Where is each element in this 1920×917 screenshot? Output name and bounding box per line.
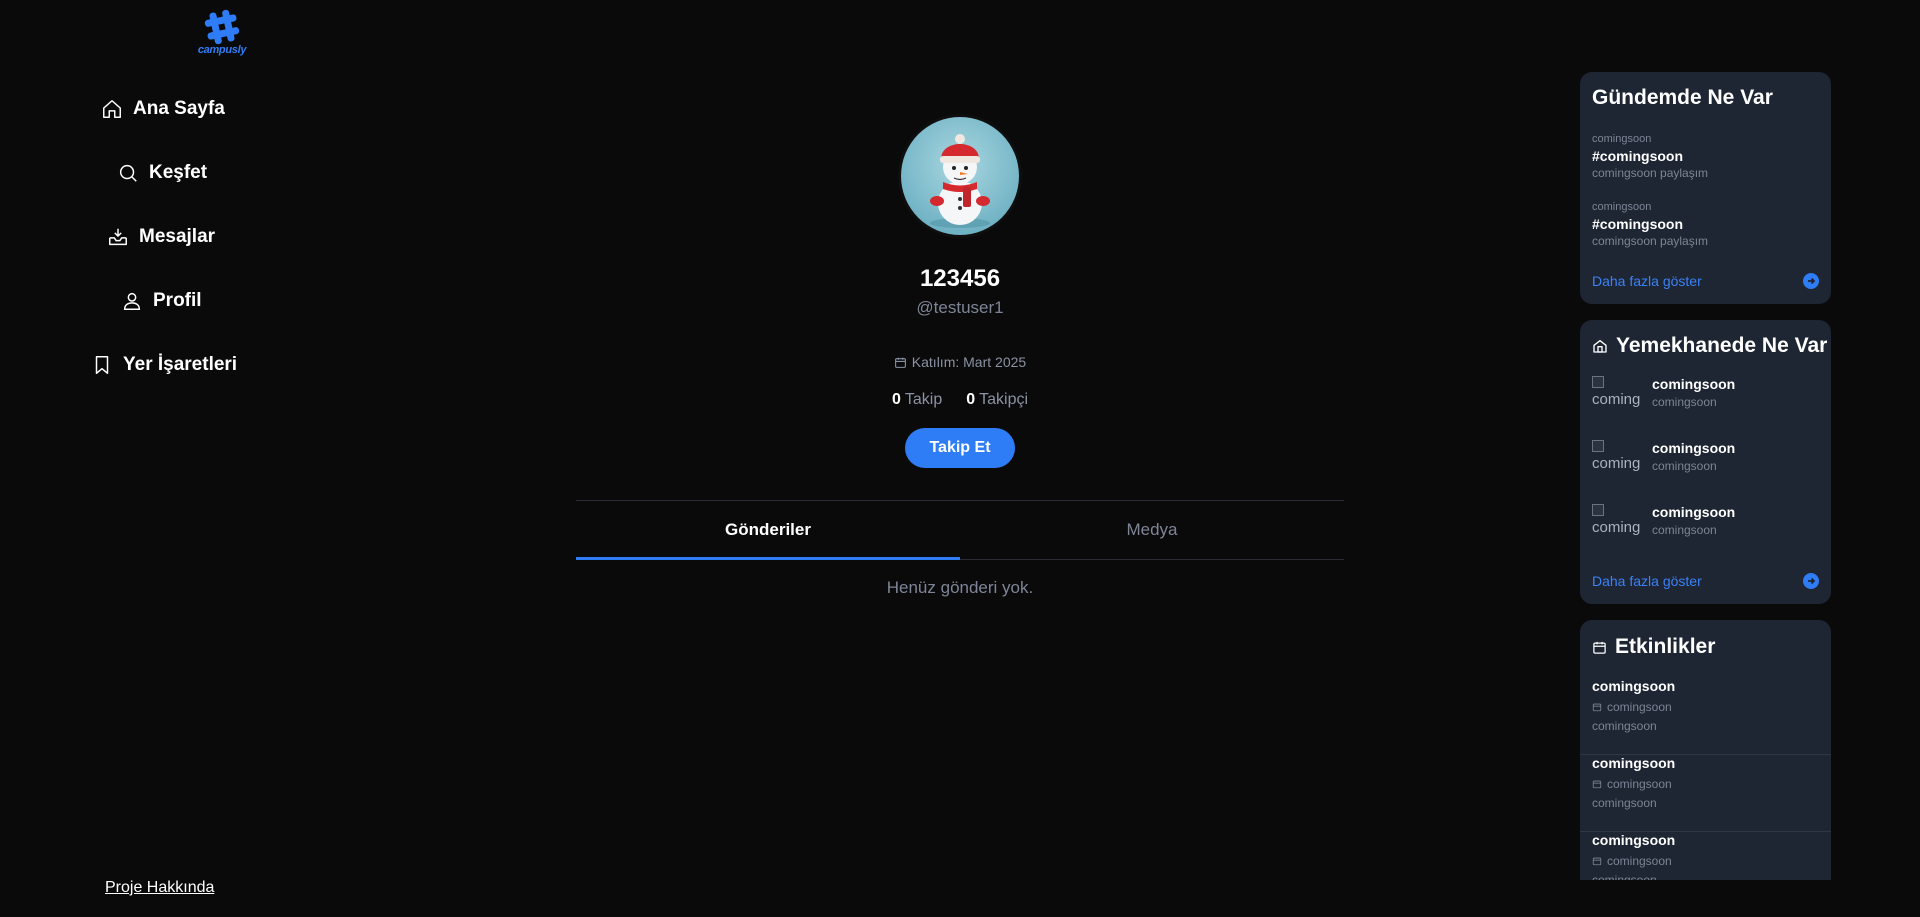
calendar-icon — [894, 357, 906, 368]
event-date: comingsoon — [1592, 854, 1819, 868]
nav-item-home[interactable]: Ana Sayfa — [101, 98, 225, 120]
event-location: comingsoon — [1592, 873, 1657, 880]
meal-sub: comingsoon — [1652, 395, 1717, 409]
tab-media[interactable]: Medya — [960, 501, 1344, 559]
trend-tag: #comingsoon — [1592, 216, 1684, 232]
nav-label: Keşfet — [149, 162, 208, 183]
broken-image-icon — [1592, 376, 1604, 388]
cafeteria-title: Yemekhanede Ne Var — [1616, 334, 1828, 357]
following-label: Takip — [904, 391, 943, 408]
meal-image: coming — [1592, 376, 1640, 416]
event-item[interactable]: comingsoon comingsoon comingsoon — [1580, 755, 1831, 832]
meal-image-alt: coming — [1592, 455, 1640, 472]
events-card: Etkinlikler comingsoon comingsoon coming… — [1580, 620, 1831, 880]
calendar-icon — [1592, 857, 1602, 866]
building-icon — [1593, 340, 1607, 353]
calendar-icon — [1592, 780, 1602, 789]
meal-name: comingsoon — [1652, 376, 1736, 392]
follow-button[interactable]: Takip Et — [905, 428, 1015, 468]
logo-wordmark: campusly — [197, 44, 247, 56]
event-date-text: comingsoon — [1607, 700, 1672, 714]
cafeteria-card: Yemekhanede Ne Var coming comingsoon comi… — [1580, 320, 1831, 604]
inbox-icon — [109, 228, 127, 246]
arrow-right-icon — [1803, 573, 1819, 589]
hashtag-logo-icon — [204, 9, 240, 45]
broken-image-icon — [1592, 504, 1604, 516]
meal-image-alt: coming — [1592, 519, 1640, 536]
meal-item[interactable]: coming comingsoon comingsoon — [1592, 504, 1735, 544]
about-project-link[interactable]: Proje Hakkında — [105, 879, 214, 897]
broken-image-icon — [1592, 440, 1604, 452]
meal-image: coming — [1592, 440, 1640, 480]
following-count: 0 — [891, 391, 901, 408]
trend-category: comingsoon — [1592, 133, 1652, 145]
search-icon — [119, 164, 137, 182]
trend-tag: #comingsoon — [1592, 148, 1684, 164]
event-location: comingsoon — [1592, 719, 1657, 733]
event-title: comingsoon — [1592, 678, 1676, 694]
meal-sub: comingsoon — [1652, 459, 1717, 473]
trend-count: comingsoon paylaşım — [1592, 166, 1709, 180]
tab-posts[interactable]: Gönderiler — [576, 501, 960, 560]
calendar-icon — [1592, 703, 1602, 712]
show-more-label: Daha fazla göster — [1592, 573, 1702, 589]
meal-item[interactable]: coming comingsoon comingsoon — [1592, 376, 1735, 416]
event-title: comingsoon — [1592, 832, 1676, 848]
avatar[interactable] — [898, 114, 1022, 238]
trend-category: comingsoon — [1592, 201, 1652, 213]
trending-show-more[interactable]: Daha fazla göster — [1592, 273, 1819, 289]
home-icon — [103, 100, 121, 118]
event-date-text: comingsoon — [1607, 854, 1672, 868]
followers-stat[interactable]: 0 Takipçi — [966, 391, 1028, 409]
meal-image-alt: coming — [1592, 391, 1640, 408]
followers-label: Takipçi — [979, 391, 1029, 408]
trend-item[interactable]: comingsoon #comingsoon comingsoon paylaş… — [1592, 201, 1708, 248]
profile-tabs: Gönderiler Medya — [576, 500, 1344, 560]
nav-item-messages[interactable]: Mesajlar — [107, 226, 215, 248]
following-stat[interactable]: 0 Takip — [892, 391, 942, 409]
event-date: comingsoon — [1592, 700, 1819, 714]
meal-sub: comingsoon — [1652, 523, 1717, 537]
events-title-row: Etkinlikler — [1592, 635, 1715, 659]
cafeteria-title-row: Yemekhanede Ne Var — [1592, 334, 1827, 358]
meal-name: comingsoon — [1652, 440, 1736, 456]
trending-card: Gündemde Ne Var comingsoon #comingsoon c… — [1580, 72, 1831, 304]
followers-count: 0 — [966, 391, 976, 408]
trending-title: Gündemde Ne Var — [1592, 86, 1773, 109]
cafeteria-show-more[interactable]: Daha fazla göster — [1592, 573, 1819, 589]
event-item[interactable]: comingsoon comingsoon comingsoon — [1580, 832, 1831, 880]
meal-image: coming — [1592, 504, 1640, 544]
meal-item[interactable]: coming comingsoon comingsoon — [1592, 440, 1735, 480]
calendar-icon — [1593, 641, 1606, 654]
campusly-logo[interactable]: campusly — [192, 8, 252, 62]
nav-item-explore[interactable]: Keşfet — [117, 162, 207, 184]
meal-name: comingsoon — [1652, 504, 1736, 520]
events-title: Etkinlikler — [1615, 635, 1716, 658]
show-more-label: Daha fazla göster — [1592, 273, 1702, 289]
trend-count: comingsoon paylaşım — [1592, 234, 1709, 248]
nav-label: Mesajlar — [139, 226, 216, 247]
event-location: comingsoon — [1592, 796, 1657, 810]
event-title: comingsoon — [1592, 755, 1676, 771]
join-date-text: Katılım: Mart 2025 — [911, 354, 1027, 370]
event-date: comingsoon — [1592, 777, 1819, 791]
trend-item[interactable]: comingsoon #comingsoon comingsoon paylaş… — [1592, 133, 1708, 180]
event-item[interactable]: comingsoon comingsoon comingsoon — [1580, 678, 1831, 755]
arrow-right-icon — [1803, 273, 1819, 289]
nav-label: Ana Sayfa — [133, 98, 225, 119]
snowman-avatar-image — [901, 117, 1019, 235]
event-date-text: comingsoon — [1607, 777, 1672, 791]
